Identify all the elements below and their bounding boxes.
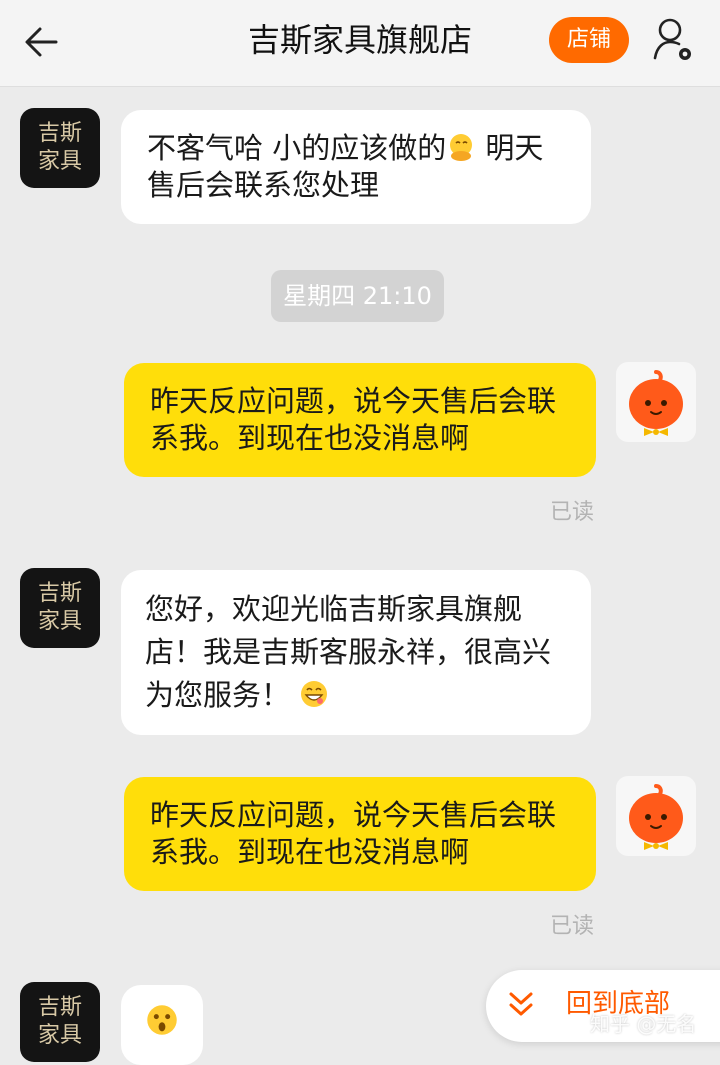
shop-avatar-line2: 家具: [37, 1023, 82, 1048]
message-text: 不客气哈 小的应该做的: [147, 131, 447, 165]
user-settings-button[interactable]: [652, 16, 696, 64]
message-bubble-sent[interactable]: 昨天反应问题，说今天售后会联系我。到现在也没消息啊: [124, 363, 596, 477]
message-bubble-received[interactable]: 不客气哈 小的应该做的 明天售后会联系您处理: [121, 110, 591, 224]
orange-mascot-icon: [629, 784, 683, 850]
message-text: 昨天反应问题，说今天售后会联系我。到现在也没消息啊: [150, 798, 557, 869]
message-bubble-sent[interactable]: 昨天反应问题，说今天售后会联系我。到现在也没消息啊: [124, 777, 596, 891]
shocked-face-emoji-icon: [147, 1005, 177, 1035]
shop-avatar-line1: 吉斯: [37, 121, 82, 146]
message-bubble-received[interactable]: 您好，欢迎光临吉斯家具旗舰店！我是吉斯客服永祥，很高兴为您服务！: [121, 570, 591, 735]
timestamp-pill: 星期四 21:10: [271, 270, 444, 322]
shop-avatar-line1: 吉斯: [37, 581, 82, 606]
message-bubble-received[interactable]: [121, 985, 203, 1065]
double-chevron-down-icon: [509, 992, 533, 1016]
shop-avatar[interactable]: 吉斯 家具: [20, 568, 100, 648]
shop-avatar-line2: 家具: [37, 149, 82, 174]
top-bar: 吉斯家具旗舰店 店铺: [0, 0, 720, 87]
orange-mascot-icon: [629, 370, 683, 436]
message-text: 昨天反应问题，说今天售后会联系我。到现在也没消息啊: [150, 384, 557, 455]
shop-avatar[interactable]: 吉斯 家具: [20, 108, 100, 188]
hands-clasped-face-emoji-icon: [450, 134, 473, 161]
watermark: 知乎 @无名: [590, 1012, 697, 1036]
shop-avatar-line2: 家具: [37, 609, 82, 634]
shop-button[interactable]: 店铺: [549, 17, 629, 63]
shop-avatar-line1: 吉斯: [37, 995, 82, 1020]
read-status: 已读: [550, 500, 595, 525]
read-status: 已读: [550, 914, 595, 939]
grin-face-emoji-icon: [301, 681, 328, 707]
user-avatar[interactable]: [616, 776, 696, 856]
message-text: 您好，欢迎光临吉斯家具旗舰店！我是吉斯客服永祥，很高兴为您服务！: [145, 592, 552, 712]
shop-avatar[interactable]: 吉斯 家具: [20, 982, 100, 1062]
user-settings-icon: [653, 18, 691, 60]
user-avatar[interactable]: [616, 362, 696, 442]
